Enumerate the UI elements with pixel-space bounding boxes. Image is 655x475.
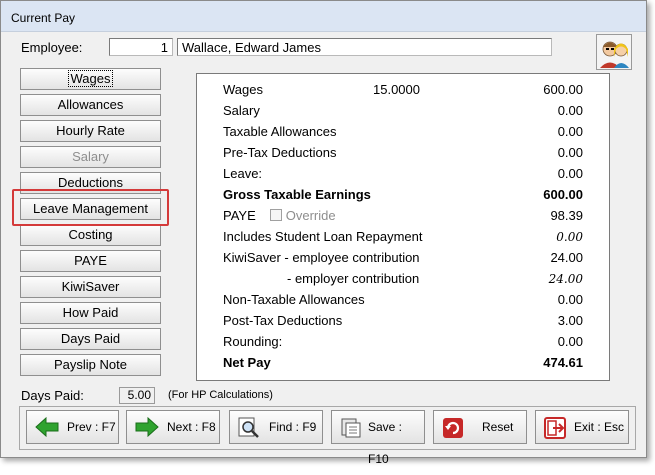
- hourly-rate-button[interactable]: Hourly Rate: [20, 120, 161, 142]
- salary-button[interactable]: Salary: [20, 146, 161, 168]
- exit-icon: [544, 417, 566, 439]
- payslip-note-button[interactable]: Payslip Note: [20, 354, 161, 376]
- days-paid-field: 5.00: [119, 387, 155, 404]
- employee-name-field[interactable]: Wallace, Edward James: [177, 38, 552, 56]
- override-checkbox[interactable]: [269, 209, 282, 221]
- paye-button[interactable]: PAYE: [20, 250, 161, 272]
- summary-row-net-pay: Net Pay 474.61: [223, 355, 583, 370]
- summary-row-posttax-deductions: Post-Tax Deductions 3.00: [223, 313, 583, 328]
- days-paid-note: (For HP Calculations): [168, 389, 273, 401]
- current-pay-window: Current Pay Employee: 1 Wallace, Edward …: [0, 0, 647, 466]
- reset-icon: [443, 418, 463, 438]
- pay-summary-panel: Wages 15.0000 600.00 Salary 0.00 Taxable …: [196, 73, 610, 381]
- days-paid-button[interactable]: Days Paid: [20, 328, 161, 350]
- summary-row-wages: Wages 15.0000 600.00: [223, 80, 583, 100]
- summary-row-leave: Leave: 0.00: [223, 166, 583, 181]
- how-paid-button[interactable]: How Paid: [20, 302, 161, 324]
- summary-row-kiwisaver-employee: KiwiSaver - employee contribution 24.00: [223, 250, 583, 265]
- allowances-button[interactable]: Allowances: [20, 94, 161, 116]
- next-arrow-icon: [135, 417, 159, 437]
- save-button[interactable]: Save : F10: [331, 410, 425, 466]
- employee-label: Employee:: [21, 40, 83, 55]
- find-button[interactable]: Find : F9: [229, 410, 323, 444]
- kiwisaver-button[interactable]: KiwiSaver: [20, 276, 161, 298]
- leave-management-highlight: [12, 189, 169, 226]
- window-title: Current Pay: [11, 11, 76, 25]
- summary-row-nontaxable-allowances: Non-Taxable Allowances 0.00: [223, 292, 583, 307]
- days-paid-label: Days Paid:: [21, 388, 84, 403]
- summary-row-gross: Gross Taxable Earnings 600.00: [223, 187, 583, 202]
- wages-button[interactable]: Wages: [20, 68, 161, 90]
- prev-button[interactable]: Prev : F7: [26, 410, 119, 444]
- wages-value: 600.00: [543, 82, 583, 97]
- summary-row-rounding: Rounding: 0.00: [223, 334, 583, 349]
- reset-button[interactable]: Reset: [433, 410, 527, 444]
- summary-row-student-loan: Includes Student Loan Repayment 0.00: [223, 229, 583, 244]
- find-magnifier-icon: [238, 417, 259, 438]
- exit-button[interactable]: Exit : Esc: [535, 410, 629, 444]
- wage-rate: 15.0000: [373, 82, 420, 97]
- employee-number-field[interactable]: 1: [109, 38, 173, 56]
- summary-row-kiwisaver-employer: - employer contribution 24.00: [287, 271, 583, 286]
- summary-row-pretax-deductions: Pre-Tax Deductions 0.00: [223, 145, 583, 160]
- summary-row-salary: Salary 0.00: [223, 103, 583, 118]
- prev-arrow-icon: [35, 417, 59, 437]
- summary-row-taxable-allowances: Taxable Allowances 0.00: [223, 124, 583, 139]
- costing-button[interactable]: Costing: [20, 224, 161, 246]
- save-icon: [341, 418, 361, 438]
- next-button[interactable]: Next : F8: [126, 410, 220, 444]
- override-label: Override: [285, 208, 336, 223]
- summary-row-paye: PAYE Override 98.39: [223, 208, 583, 223]
- title-bar: Current Pay: [1, 1, 646, 32]
- employee-avatar-icon[interactable]: [596, 34, 632, 70]
